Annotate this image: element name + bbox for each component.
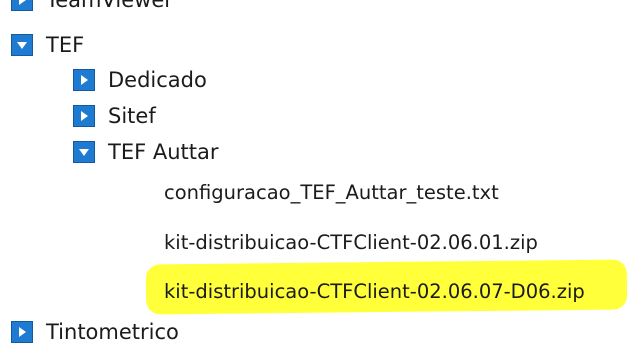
expand-arrow-right-icon[interactable]	[11, 0, 33, 11]
collapse-arrow-down-icon[interactable]	[73, 141, 95, 163]
tree-item-tintometrico[interactable]: Tintometrico	[11, 319, 179, 345]
tree-item-sitef[interactable]: Sitef	[73, 103, 156, 129]
tree-item-label: TEF Auttar	[108, 140, 219, 164]
tree-item-tef[interactable]: TEF	[11, 32, 84, 58]
tree-item-label: TeamViewer	[46, 0, 173, 12]
tree-item-label: Tintometrico	[46, 320, 179, 344]
file-item[interactable]: configuracao_TEF_Auttar_teste.txt	[164, 180, 499, 206]
tree-item-teamviewer[interactable]: TeamViewer	[11, 0, 173, 13]
expand-arrow-right-icon[interactable]	[73, 105, 95, 127]
tree-item-label: TEF	[46, 33, 85, 57]
collapse-arrow-down-icon[interactable]	[11, 34, 33, 56]
tree-item-dedicado[interactable]: Dedicado	[73, 67, 207, 93]
file-item-highlighted[interactable]: kit-distribuicao-CTFClient-02.06.07-D06.…	[164, 279, 585, 305]
tree-item-label: Sitef	[108, 104, 156, 128]
file-item[interactable]: kit-distribuicao-CTFClient-02.06.01.zip	[164, 230, 538, 256]
tree-item-label: Dedicado	[108, 68, 207, 92]
expand-arrow-right-icon[interactable]	[11, 321, 33, 343]
tree-item-tef-auttar[interactable]: TEF Auttar	[73, 139, 219, 165]
expand-arrow-right-icon[interactable]	[73, 69, 95, 91]
